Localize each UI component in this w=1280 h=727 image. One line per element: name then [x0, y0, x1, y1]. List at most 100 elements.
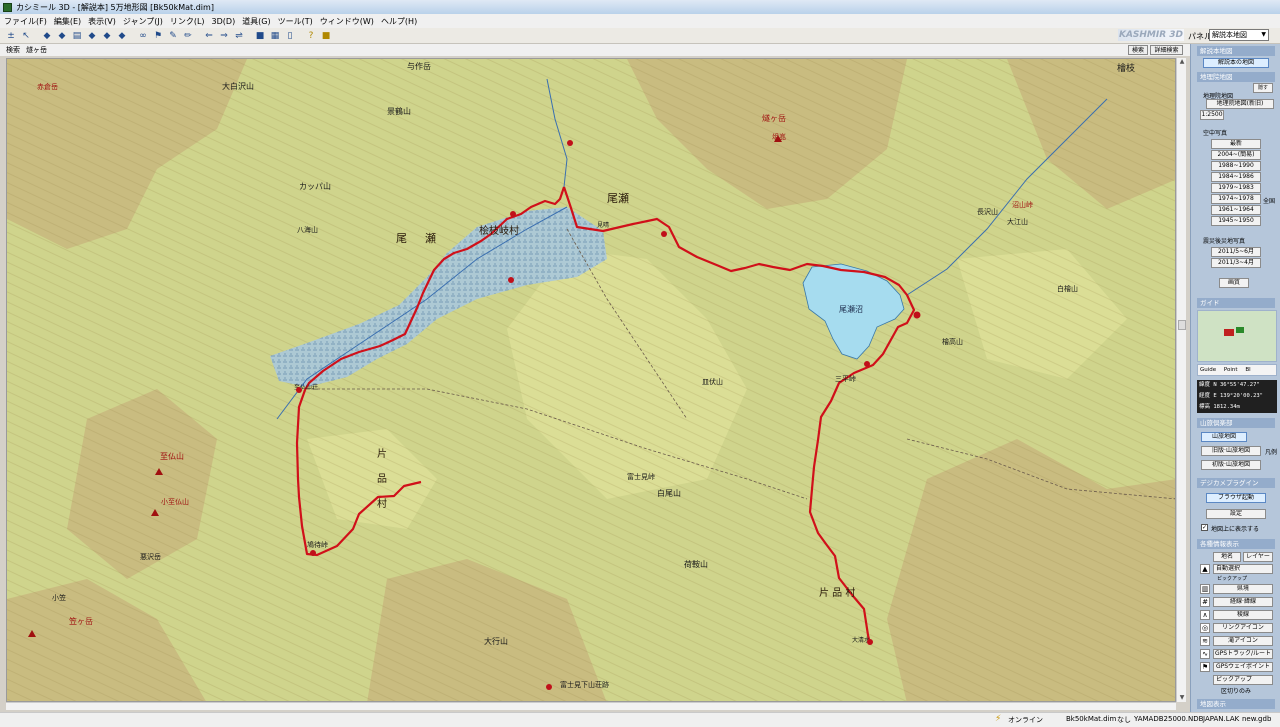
camera-icon[interactable]: ■: [254, 30, 266, 42]
back-arrow-icon[interactable]: ⇐: [203, 30, 215, 42]
disaster-march-button[interactable]: 2011/3~4月: [1211, 258, 1261, 268]
mountain-icon: ▲: [1200, 564, 1210, 574]
show-on-map-checkbox[interactable]: ✓: [1201, 524, 1208, 531]
title-bar: カシミール 3D - [解説本] 5万地形図 [Bk50kMat.dim]: [0, 0, 1280, 14]
layer-link-icon[interactable]: リンクアイコン: [1213, 623, 1273, 633]
scroll-up-icon[interactable]: ▲: [1178, 58, 1186, 66]
scroll-thumb[interactable]: [1178, 320, 1186, 330]
panel-select[interactable]: 解説本地図 ▼: [1209, 29, 1269, 41]
flag-icon[interactable]: ⚑: [152, 30, 164, 42]
status-bar: ⚡ オンライン Bk50kMat.dim なし YAMADB25000.NDB …: [0, 712, 1280, 727]
map-icon[interactable]: ▦: [269, 30, 281, 42]
pickup-dropdown[interactable]: ピックアップ: [1213, 675, 1273, 685]
ridge-icon: ∧: [1200, 610, 1210, 620]
route-icon[interactable]: ◆: [86, 30, 98, 42]
tab-point[interactable]: Point: [1224, 367, 1238, 373]
route3-icon[interactable]: ◆: [116, 30, 128, 42]
layer-lat-lon[interactable]: 経線·緯線: [1213, 597, 1273, 607]
menu-window[interactable]: ウィンドウ(W): [320, 16, 374, 27]
map-label: 見晴: [597, 221, 609, 229]
map-view[interactable]: 尾瀬尾瀬桧枝岐村尾瀬沼燧ヶ岳俎嵓至仏山小至仏山悪沢岳笠ヶ岳片品村片 品 村与作岳…: [6, 58, 1176, 702]
print-icon[interactable]: ▤: [71, 30, 83, 42]
info-icon[interactable]: ■: [320, 30, 332, 42]
map-label: 片 品 村: [819, 586, 855, 599]
disaster-may-button[interactable]: 2011/5~6月: [1211, 247, 1261, 257]
legend-label[interactable]: 凡例: [1265, 447, 1277, 456]
menu-jump[interactable]: ジャンプ(J): [123, 16, 163, 27]
forward-arrow-icon[interactable]: ⇒: [218, 30, 230, 42]
map-horizontal-scrollbar[interactable]: [6, 702, 1176, 710]
map-label: 片: [377, 447, 387, 460]
aerial-1961-button[interactable]: 1961~1964: [1211, 205, 1261, 215]
detail-search-button[interactable]: 詳細検索: [1150, 45, 1183, 55]
cursor-icon[interactable]: ↖: [20, 30, 32, 42]
gps-plus-icon[interactable]: ±: [5, 30, 17, 42]
auto-select-dropdown[interactable]: 自動選択: [1213, 564, 1273, 574]
map-vertical-scrollbar[interactable]: ▲ ▼: [1176, 58, 1186, 702]
layer-waterfall-icon[interactable]: 滝アイコン: [1213, 636, 1273, 646]
search-value[interactable]: 燧ヶ岳: [26, 45, 47, 55]
help-icon[interactable]: ?: [305, 30, 317, 42]
guide-tabs: Guide Point Bl: [1197, 364, 1277, 376]
link-icon[interactable]: ⇌: [233, 30, 245, 42]
menu-help[interactable]: ヘルプ(H): [381, 16, 417, 27]
status-gdb: new.gdb: [1242, 715, 1272, 723]
map-label: 悪沢岳: [140, 552, 161, 561]
car-icon[interactable]: ◆: [41, 30, 53, 42]
topo-map[interactable]: 尾瀬尾瀬桧枝岐村尾瀬沼燧ヶ岳俎嵓至仏山小至仏山悪沢岳笠ヶ岳片品村片 品 村与作岳…: [7, 59, 1176, 702]
route2-icon[interactable]: ◆: [101, 30, 113, 42]
map-label: 檜枝: [1117, 62, 1135, 74]
layer-button[interactable]: レイヤー: [1243, 552, 1273, 562]
aerial-1945-button[interactable]: 1945~1950: [1211, 216, 1261, 226]
map-label: 富士見峠: [627, 472, 655, 481]
yamatabi-map-button[interactable]: 山旅地図: [1201, 432, 1247, 442]
menu-3d[interactable]: 3D(D): [212, 17, 236, 26]
binoculars-icon[interactable]: ∞: [137, 30, 149, 42]
paint-icon[interactable]: ✎: [167, 30, 179, 42]
chiriin-new-button[interactable]: 地理院地図(新旧): [1206, 99, 1274, 109]
hide-button[interactable]: 隠す: [1253, 83, 1273, 93]
scroll-down-icon[interactable]: ▼: [1178, 694, 1186, 702]
tab-bl[interactable]: Bl: [1245, 367, 1250, 373]
digicam-settings-button[interactable]: 設定: [1206, 509, 1266, 519]
map-label: 檜高山: [942, 337, 963, 346]
menu-bar: ファイル(F) 編集(E) 表示(V) ジャンプ(J) リンク(L) 3D(D)…: [0, 14, 1280, 28]
app-window: カシミール 3D - [解説本] 5万地形図 [Bk50kMat.dim] ファ…: [0, 0, 1280, 727]
old-yamatabi-map-button[interactable]: 旧版·山旅地図: [1201, 446, 1261, 456]
show-on-map-label: 地図上に表示する: [1211, 526, 1260, 533]
quality-button[interactable]: 画質: [1219, 278, 1249, 288]
section-guide: ガイド: [1197, 298, 1275, 308]
aerial-1974-button[interactable]: 1974~1978: [1211, 194, 1261, 204]
layer-pref-border[interactable]: 県境: [1213, 584, 1273, 594]
menu-view[interactable]: 表示(V): [88, 16, 116, 27]
tab-guide[interactable]: Guide: [1200, 367, 1216, 373]
aerial-1984-button[interactable]: 1984~1986: [1211, 172, 1261, 182]
placename-button[interactable]: 地名: [1213, 552, 1241, 562]
aerial-2004-button[interactable]: 2004~(簡易): [1211, 150, 1261, 160]
minimap-location-icon: [1224, 329, 1234, 336]
menu-link[interactable]: リンク(L): [170, 16, 205, 27]
kaisetsu-map-button[interactable]: 解説本の地図: [1203, 58, 1269, 68]
guide-minimap[interactable]: [1197, 310, 1277, 362]
map-label: 村: [377, 497, 387, 510]
layer-gps-track[interactable]: GPSトラック/ルート: [1213, 649, 1273, 659]
menu-tool[interactable]: ツール(T): [278, 16, 313, 27]
pencil-icon[interactable]: ✏: [182, 30, 194, 42]
first-yamatabi-map-button[interactable]: 初版·山旅地図: [1201, 460, 1261, 470]
aerial-1988-button[interactable]: 1988~1990: [1211, 161, 1261, 171]
menu-tools[interactable]: 道具(G): [242, 16, 270, 27]
side-panel: 解説本地図 解説本の地図 地理院地図 隠す 地理院地図 地理院地図(新旧) 1:…: [1190, 44, 1280, 712]
aerial-1979-button[interactable]: 1979~1983: [1211, 183, 1261, 193]
layer-ridge[interactable]: 稜線: [1213, 610, 1273, 620]
search-button[interactable]: 検索: [1128, 45, 1148, 55]
layer-gps-waypoint[interactable]: GPSウェイポイント: [1213, 662, 1273, 672]
browser-launch-button[interactable]: ブラウザ起動: [1206, 493, 1266, 503]
car2-icon[interactable]: ◆: [56, 30, 68, 42]
device-icon[interactable]: ▯: [284, 30, 296, 42]
scale-25000-button[interactable]: 1:2500: [1200, 110, 1224, 120]
link-icon: ◎: [1200, 623, 1210, 633]
menu-edit[interactable]: 編集(E): [54, 16, 81, 27]
menu-file[interactable]: ファイル(F): [4, 16, 47, 27]
map-label: 長沢山: [977, 207, 998, 216]
aerial-latest-button[interactable]: 最新: [1211, 139, 1261, 149]
